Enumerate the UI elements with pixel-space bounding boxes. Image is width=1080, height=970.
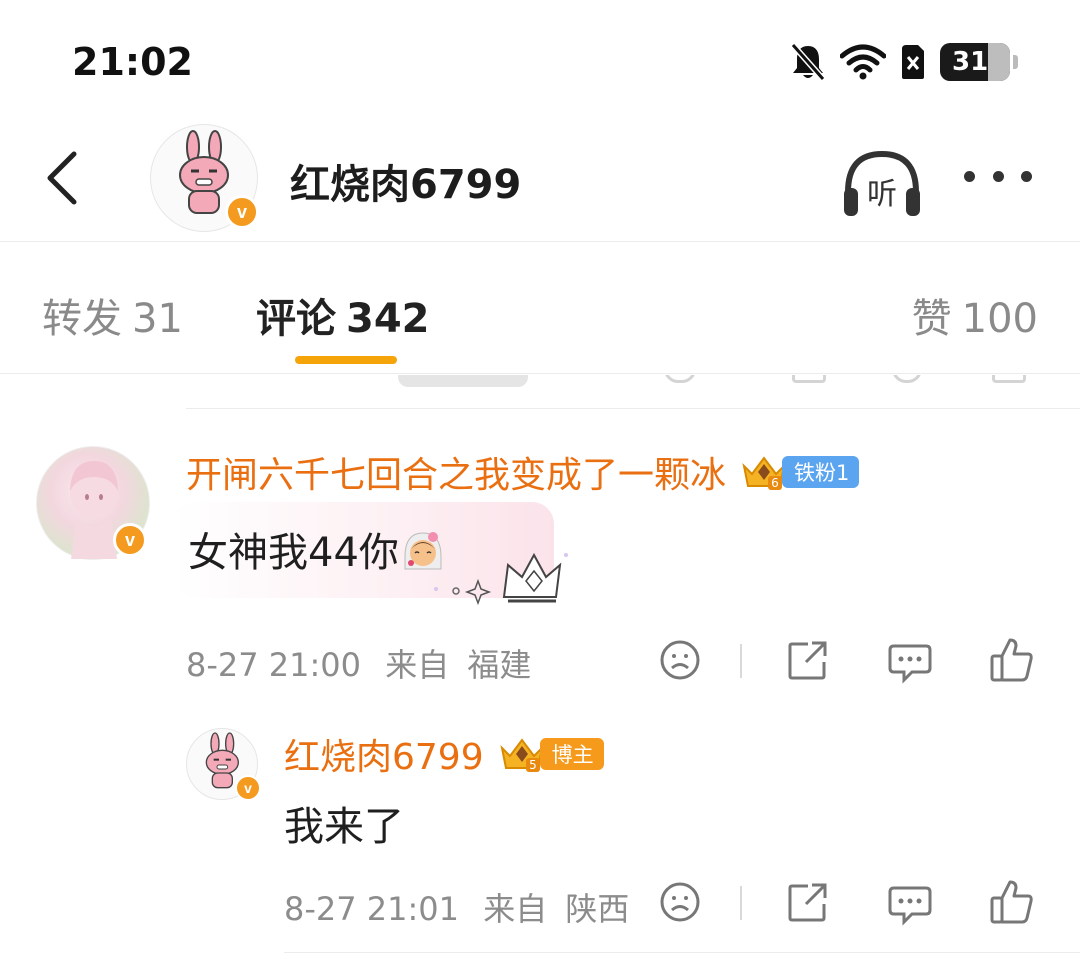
comment-date: 8-27 21:00 [186,646,362,684]
post-header: v 红烧肉6799 听 [0,120,1080,242]
comment-actions [652,632,1072,688]
verified-badge: v [235,775,261,801]
tab-comments-count: 342 [346,296,430,342]
tab-likes[interactable]: 赞 100 [912,286,1038,344]
reply-actions [652,874,1072,930]
sad-face-icon[interactable] [652,632,708,688]
more-icon[interactable] [964,168,1032,184]
page-title[interactable]: 红烧肉6799 [290,152,521,210]
divider [284,952,1080,953]
status-time: 21:02 [72,40,193,84]
fan-tag: 铁粉1 [782,456,860,488]
comment-location: 福建 [467,646,532,684]
status-icons: 31 [790,40,1018,84]
wifi-icon [840,44,886,80]
fan-medal[interactable]: 6 铁粉1 [738,454,860,490]
tab-reposts-label: 转发 [42,296,122,342]
tab-reposts[interactable]: 转发 31 [42,286,183,344]
comment-text: 女神我44你 [188,530,399,576]
commenter-avatar[interactable]: v [36,446,150,560]
reply-date: 8-27 21:01 [284,890,460,928]
status-bar: 21:02 31 [0,0,1080,120]
tab-likes-count: 100 [961,296,1038,342]
blogger-medal[interactable]: 5 博主 [496,736,604,772]
comment-meta: 8-27 21:00 来自 福建 [186,640,531,686]
reply-meta: 8-27 21:01 来自 陕西 [284,884,629,930]
verified-badge: v [113,523,147,557]
tab-comments[interactable]: 评论 342 [256,286,430,344]
tab-comments-label: 评论 [256,296,336,342]
share-icon[interactable] [780,874,836,930]
crown-decoration-icon [434,552,568,606]
medal-level: 5 [529,758,537,772]
divider [186,408,1080,409]
blogger-tag: 博主 [539,738,604,770]
back-icon[interactable] [40,148,90,208]
comment-source-prefix: 来自 [385,646,450,684]
comment-header: 开闸六千七回合之我变成了一颗冰 6 铁粉1 [186,446,860,498]
like-icon[interactable] [984,874,1040,930]
medal-level: 6 [771,476,779,490]
sad-face-icon[interactable] [652,874,708,930]
comment-text-row: 女神我44你 [188,520,445,578]
tab-reposts-count: 31 [132,296,183,342]
sim-off-icon [902,45,924,79]
share-icon[interactable] [780,632,836,688]
headphones-icon[interactable]: 听 [840,142,924,226]
comment-icon[interactable] [882,632,938,688]
previous-comment-cutoff [0,375,1080,407]
tab-likes-label: 赞 [911,296,952,342]
reply-location: 陕西 [565,890,630,928]
battery-level: 31 [952,47,989,77]
bell-off-icon [790,43,826,81]
reply-author-name[interactable]: 红烧肉6799 [284,728,484,780]
reply-text: 我来了 [284,804,404,850]
like-icon[interactable] [984,632,1040,688]
reply-source-prefix: 来自 [483,890,548,928]
reply-author-avatar[interactable]: v [186,728,261,801]
author-avatar[interactable]: v [150,124,259,232]
comment-icon[interactable] [882,874,938,930]
verified-badge: v [225,195,259,229]
listen-label: 听 [867,177,897,212]
tab-bar: 转发 31 评论 342 赞 100 [0,242,1080,374]
battery-icon: 31 [940,43,1018,81]
active-tab-indicator [295,356,397,364]
commenter-name[interactable]: 开闸六千七回合之我变成了一颗冰 [186,446,726,498]
reply-header: 红烧肉6799 5 博主 [284,728,604,780]
